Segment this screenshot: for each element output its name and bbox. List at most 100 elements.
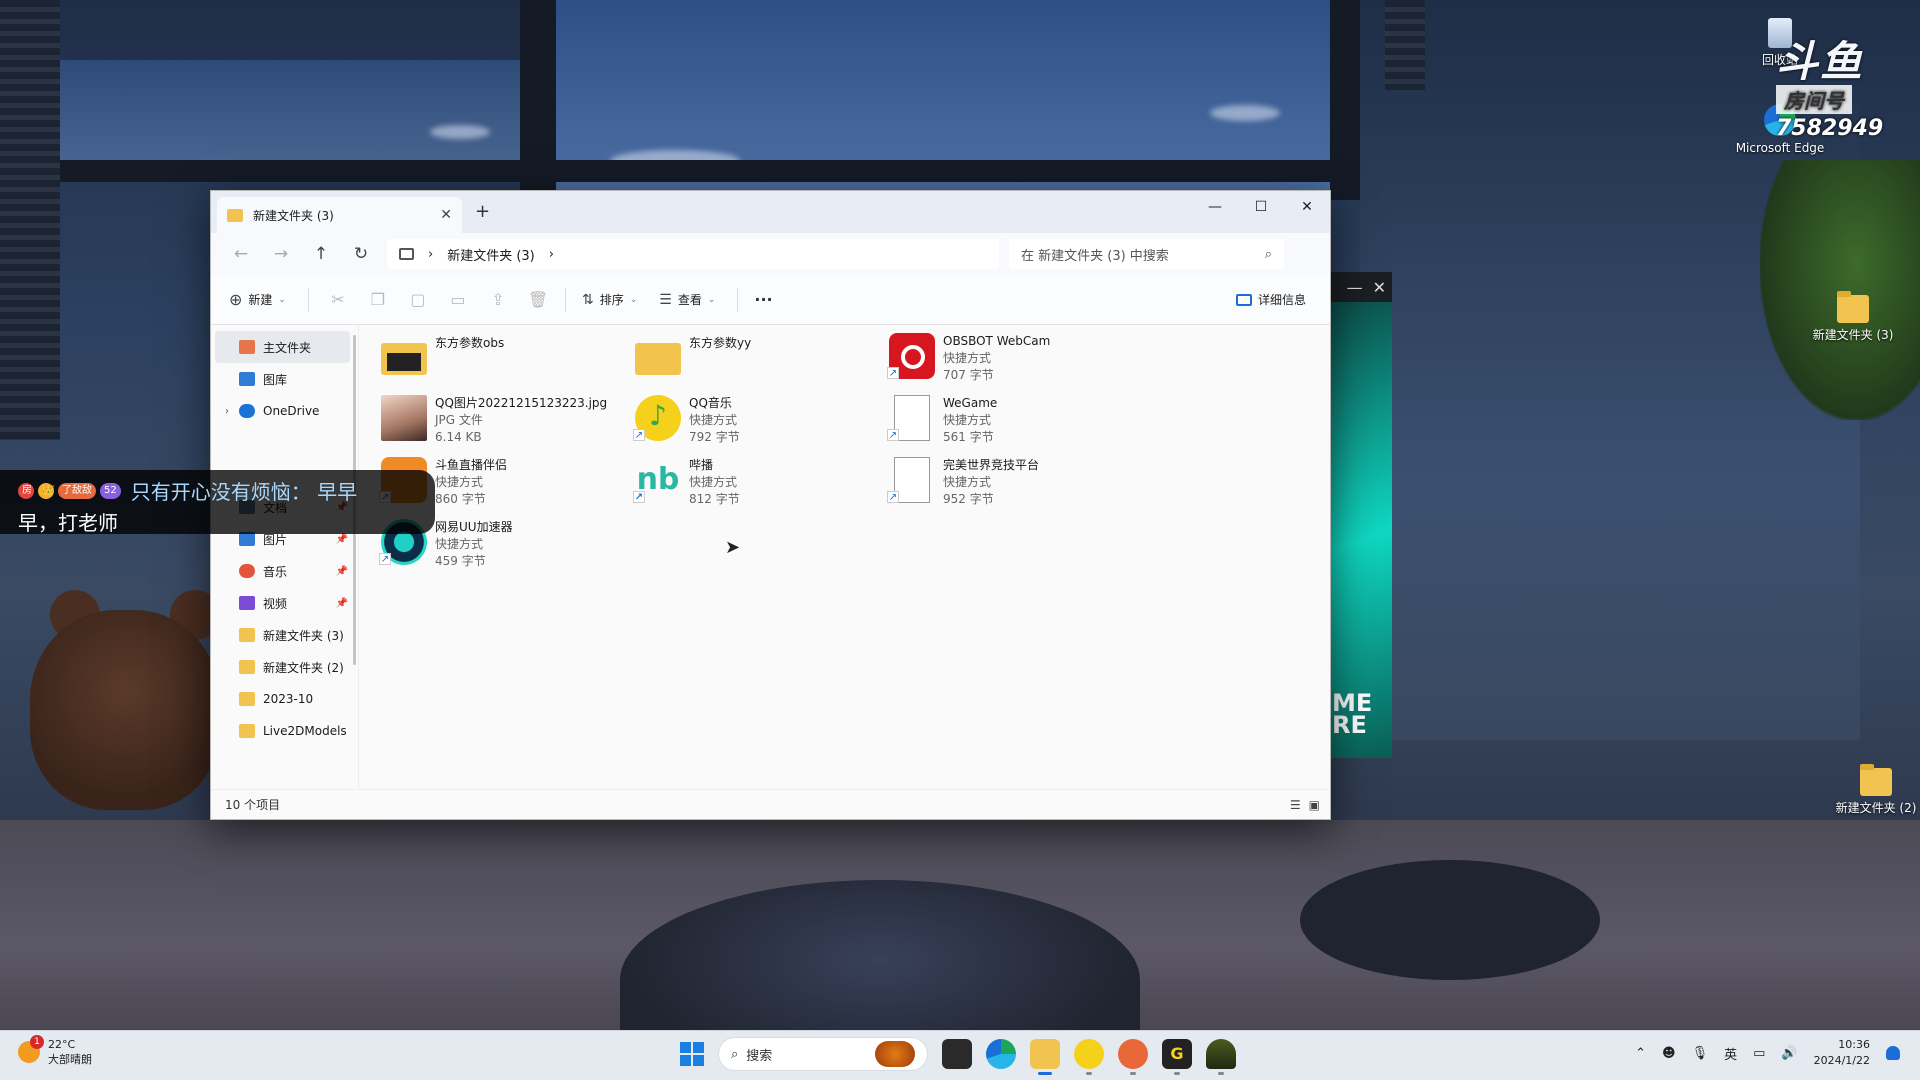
folder-icon bbox=[1860, 764, 1892, 796]
shortcut-arrow-icon: ↗ bbox=[887, 491, 899, 503]
danmaku-text-cont: 早，打老师 bbox=[18, 511, 118, 535]
file-name: QQ图片20221215123223.jpg bbox=[435, 396, 608, 410]
shortcut-arrow-icon: ↗ bbox=[633, 491, 645, 503]
file-size: 792 字节 bbox=[689, 430, 740, 444]
share-icon[interactable]: ⇪ bbox=[485, 290, 511, 309]
edge-taskbar-icon[interactable] bbox=[986, 1039, 1016, 1069]
task-view-icon[interactable] bbox=[942, 1039, 972, 1069]
clock[interactable]: 10:36 2024/1/22 bbox=[1814, 1037, 1870, 1069]
back-arrow-icon[interactable]: ← bbox=[221, 244, 261, 264]
g-app-taskbar-icon[interactable]: G bbox=[1162, 1039, 1192, 1075]
new-tab-icon[interactable]: + bbox=[475, 201, 490, 222]
desktop-icon-label: 新建文件夹 (2) bbox=[1835, 801, 1917, 815]
sort-button[interactable]: ⇅ 排序 ⌄ bbox=[582, 291, 637, 308]
shortcut-arrow-icon: ↗ bbox=[887, 367, 899, 379]
sidebar-item-videos[interactable]: 视频 📌 bbox=[215, 587, 358, 619]
sidebar-item-live2dmodels[interactable]: Live2DModels bbox=[215, 715, 358, 747]
start-tile bbox=[680, 1042, 691, 1053]
file-item[interactable]: ↗ OBSBOT WebCam 快捷方式 707 字节 bbox=[887, 333, 1129, 389]
minimize-icon[interactable]: — bbox=[1347, 278, 1363, 297]
address-bar[interactable]: › 新建文件夹 (3) › bbox=[387, 239, 999, 269]
up-arrow-icon[interactable]: ↑ bbox=[301, 244, 341, 264]
rename-icon[interactable]: ▭ bbox=[445, 290, 471, 309]
taskbar-search[interactable]: ⌕ 搜索 bbox=[718, 1037, 928, 1071]
file-type: 快捷方式 bbox=[435, 537, 484, 551]
file-item[interactable]: ↗ QQ音乐 快捷方式 792 字节 bbox=[633, 395, 875, 451]
file-item[interactable]: ↗ WeGame 快捷方式 561 字节 bbox=[887, 395, 1129, 451]
chevron-up-icon[interactable]: ⌃ bbox=[1635, 1046, 1646, 1061]
game-overlay-window[interactable]: — ✕ ME RE bbox=[1330, 272, 1392, 758]
file-type: 快捷方式 bbox=[943, 413, 992, 427]
start-tile bbox=[680, 1055, 691, 1066]
file-item[interactable]: 东方参数obs bbox=[381, 335, 621, 391]
video-icon bbox=[239, 596, 255, 610]
maximize-button[interactable]: ☐ bbox=[1238, 191, 1284, 223]
desktop-icon-folder-3[interactable]: 新建文件夹 (3) bbox=[1808, 291, 1898, 343]
chevron-right-icon[interactable]: › bbox=[225, 406, 229, 417]
qqmusic-taskbar-icon[interactable] bbox=[1074, 1039, 1104, 1075]
view-button[interactable]: ☰ 查看 ⌄ bbox=[659, 291, 715, 308]
forward-arrow-icon[interactable]: → bbox=[261, 244, 301, 264]
game-taskbar-icon[interactable] bbox=[1206, 1039, 1236, 1075]
details-pane-icon bbox=[1235, 293, 1252, 306]
chevron-down-icon: ⌄ bbox=[278, 294, 286, 305]
folder-icon bbox=[227, 208, 243, 222]
input-language[interactable]: 英 bbox=[1724, 1044, 1737, 1063]
file-item[interactable]: ↗ 完美世界竞技平台 快捷方式 952 字节 bbox=[887, 457, 1129, 513]
sidebar-item-label: 音乐 bbox=[263, 564, 288, 579]
explorer-tab[interactable]: 新建文件夹 (3) ✕ bbox=[217, 197, 462, 233]
notification-badge: 1 bbox=[30, 1035, 44, 1049]
file-explorer-taskbar-icon[interactable] bbox=[1030, 1039, 1060, 1075]
minimize-button[interactable]: — bbox=[1192, 191, 1238, 223]
start-tile bbox=[693, 1055, 704, 1066]
details-button[interactable]: 详细信息 bbox=[1235, 291, 1306, 308]
weather-widget[interactable]: 1 22°C 大部晴朗 bbox=[18, 1035, 92, 1067]
cloud bbox=[430, 125, 490, 139]
sidebar-item-home[interactable]: 主文件夹 bbox=[215, 331, 350, 363]
close-tab-icon[interactable]: ✕ bbox=[440, 207, 452, 223]
close-button[interactable]: ✕ bbox=[1284, 191, 1330, 223]
shortcut-arrow-icon: ↗ bbox=[633, 429, 645, 441]
volume-icon[interactable]: 🔊 bbox=[1781, 1046, 1797, 1061]
sidebar-item-folder-2[interactable]: 新建文件夹 (2) bbox=[215, 651, 358, 683]
command-bar: ⊕ 新建 ⌄ ✂ ❐ ▢ ▭ ⇪ 🗑 ⇅ 排序 ⌄ ☰ 查看 ⌄ ··· 详细信… bbox=[211, 275, 1330, 325]
delete-icon[interactable]: 🗑 bbox=[525, 290, 551, 309]
weather-sun-icon: 1 bbox=[18, 1035, 44, 1063]
microphone-icon[interactable]: 🎙 bbox=[1692, 1046, 1709, 1061]
file-item[interactable]: 东方参数yy bbox=[635, 335, 875, 391]
close-icon[interactable]: ✕ bbox=[1373, 278, 1386, 297]
search-box[interactable]: 在 新建文件夹 (3) 中搜索 ⌕ bbox=[1009, 239, 1284, 269]
paste-icon[interactable]: ▢ bbox=[405, 290, 431, 309]
qq-tray-icon[interactable]: ☻ bbox=[1662, 1046, 1676, 1061]
tiles-view-icon[interactable]: ▣ bbox=[1309, 798, 1320, 812]
sidebar-item-onedrive[interactable]: › OneDrive bbox=[215, 395, 358, 427]
music-icon bbox=[239, 564, 255, 578]
sidebar-item-music[interactable]: 音乐 📌 bbox=[215, 555, 358, 587]
desktop-icon-folder-2[interactable]: 新建文件夹 (2) bbox=[1831, 764, 1920, 816]
file-item[interactable]: QQ图片20221215123223.jpg JPG 文件 6.14 KB bbox=[381, 395, 621, 451]
file-item[interactable]: nb ↗ 哔播 快捷方式 812 字节 bbox=[633, 457, 875, 513]
obsbot-icon: ↗ bbox=[887, 333, 935, 379]
chevron-right-icon[interactable]: › bbox=[549, 247, 554, 262]
chevron-down-icon: ⌄ bbox=[629, 294, 638, 305]
details-view-icon[interactable]: ☰ bbox=[1290, 798, 1301, 812]
item-count: 10 个项目 bbox=[225, 798, 281, 812]
toolbar-divider bbox=[564, 287, 566, 312]
douyu-taskbar-icon[interactable] bbox=[1118, 1039, 1148, 1075]
sidebar-item-2023-10[interactable]: 2023-10 bbox=[215, 683, 358, 715]
blank-file-icon: ↗ bbox=[887, 457, 935, 503]
more-options-icon[interactable]: ··· bbox=[754, 290, 772, 309]
copy-icon[interactable]: ❐ bbox=[365, 290, 391, 309]
network-icon[interactable]: ▭ bbox=[1753, 1046, 1765, 1061]
sidebar-item-gallery[interactable]: 图库 bbox=[215, 363, 358, 395]
breadcrumb-item[interactable]: 新建文件夹 (3) bbox=[447, 245, 535, 264]
file-size: 707 字节 bbox=[943, 368, 994, 382]
start-windows-icon[interactable] bbox=[680, 1042, 704, 1066]
cut-icon[interactable]: ✂ bbox=[325, 290, 351, 309]
notification-bell-icon[interactable] bbox=[1886, 1046, 1900, 1060]
folder-icon bbox=[239, 660, 255, 674]
new-button[interactable]: ⊕ 新建 ⌄ bbox=[229, 290, 286, 309]
blank-file-icon: ↗ bbox=[887, 395, 935, 441]
sidebar-item-folder-3[interactable]: 新建文件夹 (3) bbox=[215, 619, 358, 651]
refresh-icon[interactable]: ↻ bbox=[341, 244, 381, 264]
